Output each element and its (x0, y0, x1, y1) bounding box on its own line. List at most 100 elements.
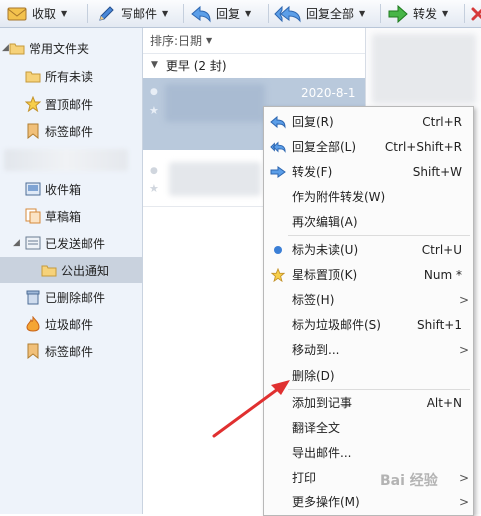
inbox-icon (25, 181, 41, 197)
reply-icon (270, 114, 286, 130)
receive-label: 收取 (32, 7, 57, 21)
sidebar-item-label: 标签邮件 (45, 344, 94, 359)
reply-all-button[interactable]: 回复全部 ▼ (274, 0, 365, 27)
sidebar-item-label: 常用文件夹 (29, 41, 90, 56)
sidebar-item-label: 垃圾邮件 (45, 317, 94, 332)
menu-item-label: 标签(H) (292, 293, 335, 307)
sent-icon (25, 235, 41, 251)
menu-item-label: 标为未读(U) (292, 243, 359, 257)
menu-separator (288, 235, 470, 236)
group-header[interactable]: ▼ 更早 (2 封) (143, 55, 365, 75)
menu-item-label: 更多操作(M) (292, 495, 360, 509)
chevron-down-icon[interactable]: ▼ (61, 9, 67, 18)
flame-icon (25, 316, 41, 332)
menu-item-reply-all[interactable]: 回复全部(L) Ctrl+Shift+R (264, 134, 473, 159)
sort-bar[interactable]: 排序:日期 ▼ (143, 28, 365, 54)
sidebar-item-junk[interactable]: 垃圾邮件 (0, 311, 142, 337)
folder-icon (41, 262, 57, 278)
blurred-account (4, 149, 128, 171)
compose-button[interactable]: 写邮件 ▼ (95, 0, 168, 27)
menu-item-shortcut: Shift+W (412, 164, 462, 179)
delete-toolbar-button[interactable] (467, 0, 481, 27)
menu-item-label: 星标置顶(K) (292, 268, 358, 282)
menu-item-label: 导出邮件... (292, 446, 352, 460)
sidebar-item-tagged[interactable]: 标签邮件 (0, 118, 142, 144)
menu-item-re-edit[interactable]: 再次编辑(A) (264, 209, 473, 234)
blurred-sender (169, 162, 261, 196)
reply-all-label: 回复全部 (306, 7, 355, 21)
sidebar-item-pinned[interactable]: 置顶邮件 (0, 91, 142, 117)
sidebar-item-inbox[interactable]: 收件箱 (0, 176, 142, 202)
folder-icon (25, 68, 41, 84)
menu-item-mark-junk[interactable]: 标为垃圾邮件(S) Shift+1 (264, 312, 473, 337)
menu-item-label: 再次编辑(A) (292, 215, 358, 229)
menu-item-delete[interactable]: 删除(D) (264, 363, 473, 388)
sidebar-item-label: 标签邮件 (45, 124, 94, 139)
menu-item-reply[interactable]: 回复(R) Ctrl+R (264, 109, 473, 134)
reply-icon (190, 3, 212, 25)
menu-item-label: 移动到... (292, 343, 340, 357)
sidebar-item-drafts[interactable]: 草稿箱 (0, 203, 142, 229)
sidebar-item-sent[interactable]: ◢ 已发送邮件 (0, 230, 142, 256)
sort-label: 排序:日期 (150, 34, 203, 48)
sidebar-item-deleted[interactable]: 已删除邮件 (0, 284, 142, 310)
reply-label: 回复 (216, 7, 241, 21)
menu-item-more-actions[interactable]: 更多操作(M) > (264, 489, 473, 514)
sidebar-item-sent-subfolder[interactable]: 公出通知 (0, 257, 142, 283)
chevron-down-icon[interactable]: ▼ (206, 36, 212, 45)
envelope-icon (6, 3, 28, 25)
star-icon[interactable]: ★ (149, 182, 159, 195)
menu-item-mark-unread[interactable]: 标为未读(U) Ctrl+U (264, 237, 473, 262)
menu-item-star-pin[interactable]: 星标置顶(K) Num * (264, 262, 473, 287)
chevron-down-icon[interactable]: ▼ (442, 9, 448, 18)
receive-button[interactable]: 收取 ▼ (6, 0, 67, 27)
sidebar-item-label: 置顶邮件 (45, 97, 94, 112)
forward-arrow-icon (387, 3, 409, 25)
menu-item-shortcut: Ctrl+R (422, 114, 462, 129)
sidebar-item-unread[interactable]: 所有未读 (0, 63, 142, 89)
unread-dot-icon[interactable]: ● (150, 87, 158, 97)
star-icon (25, 96, 41, 112)
menu-item-print[interactable]: 打印 > (264, 465, 473, 490)
folder-sidebar: ◢ 常用文件夹 所有未读 置顶邮件 标签邮件 收件箱 草稿箱 ◢ 已发送邮件 公… (0, 28, 143, 514)
forward-button[interactable]: 转发 ▼ (387, 0, 448, 27)
menu-item-tags[interactable]: 标签(H) > (264, 287, 473, 312)
sidebar-item-label: 草稿箱 (45, 209, 82, 224)
menu-item-label: 添加到记事 (292, 396, 353, 410)
submenu-arrow-icon: > (458, 470, 469, 485)
group-label: 更早 (2 封) (165, 58, 227, 73)
menu-item-translate[interactable]: 翻译全文 (264, 415, 473, 440)
star-icon (270, 267, 286, 283)
collapse-arrow-icon[interactable]: ▼ (151, 60, 158, 70)
menu-item-export[interactable]: 导出邮件... (264, 440, 473, 465)
menu-item-label: 标为垃圾邮件(S) (292, 318, 381, 332)
pencil-icon (95, 3, 117, 25)
bookmark-icon (25, 123, 41, 139)
trash-icon (25, 289, 41, 305)
forward-arrow-icon (270, 164, 286, 180)
chevron-down-icon[interactable]: ▼ (359, 9, 365, 18)
bookmark-icon (25, 343, 41, 359)
folder-icon (9, 40, 25, 56)
chevron-down-icon[interactable]: ▼ (162, 9, 168, 18)
menu-item-add-note[interactable]: 添加到记事 Alt+N (264, 390, 473, 415)
menu-item-move-to[interactable]: 移动到... > (264, 337, 473, 362)
chevron-down-icon[interactable]: ▼ (245, 9, 251, 18)
expand-arrow-icon[interactable]: ◢ (2, 43, 9, 53)
menu-item-label: 回复全部(L) (292, 140, 357, 154)
sidebar-item-tagged-2[interactable]: 标签邮件 (0, 338, 142, 364)
unread-dot-icon[interactable]: ● (150, 166, 158, 176)
expand-arrow-icon[interactable]: ◢ (13, 238, 20, 248)
menu-item-label: 回复(R) (292, 115, 334, 129)
close-icon (467, 3, 481, 25)
blurred-sender (165, 84, 265, 122)
toolbar: 收取 ▼ 写邮件 ▼ 回复 ▼ 回复全部 ▼ 转发 ▼ (0, 0, 481, 28)
sidebar-item-common-folders[interactable]: ◢ 常用文件夹 (0, 35, 142, 61)
menu-item-forward[interactable]: 转发(F) Shift+W (264, 159, 473, 184)
unread-dot-icon (270, 242, 286, 258)
menu-item-label: 转发(F) (292, 165, 333, 179)
star-icon[interactable]: ★ (149, 104, 159, 117)
menu-item-forward-attachment[interactable]: 作为附件转发(W) (264, 184, 473, 209)
reply-button[interactable]: 回复 ▼ (190, 0, 251, 27)
menu-item-shortcut: Shift+1 (417, 317, 462, 332)
